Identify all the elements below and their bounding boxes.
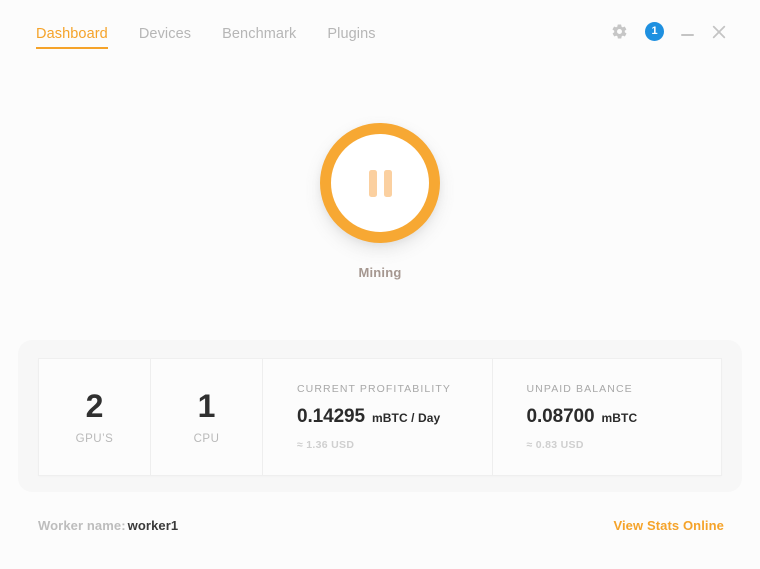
mining-toggle-button[interactable] — [320, 123, 440, 243]
profitability-unit: mBTC / Day — [371, 411, 441, 425]
app-footer: Worker name: worker1 View Stats Online — [38, 518, 724, 533]
balance-label: UNPAID BALANCE — [526, 383, 633, 395]
pause-icon — [368, 169, 392, 197]
tab-devices[interactable]: Devices — [139, 26, 209, 49]
current-profitability-cell: CURRENT PROFITABILITY 0.14295 mBTC / Day… — [263, 359, 493, 475]
mining-section: Mining — [0, 123, 760, 280]
balance-value: 0.08700 — [526, 406, 595, 427]
gear-icon[interactable] — [611, 23, 628, 40]
stats-card: 2 GPU’S 1 CPU CURRENT PROFITABILITY 0.14… — [38, 358, 722, 476]
main-navigation: Dashboard Devices Benchmark Plugins — [36, 26, 394, 49]
minimize-button[interactable] — [681, 33, 694, 36]
gpu-count-value: 2 — [85, 387, 104, 424]
cpu-count-value: 1 — [197, 387, 216, 424]
cpu-count-cell: 1 CPU — [151, 359, 263, 475]
tab-benchmark[interactable]: Benchmark — [222, 26, 314, 49]
balance-unit: mBTC — [601, 411, 638, 425]
notification-badge[interactable]: 1 — [645, 22, 664, 41]
balance-value-row: 0.08700 mBTC — [527, 406, 722, 428]
close-icon[interactable] — [711, 24, 727, 40]
app-header: Dashboard Devices Benchmark Plugins 1 — [0, 0, 760, 70]
tab-plugins[interactable]: Plugins — [327, 26, 393, 49]
profitability-label: CURRENT PROFITABILITY — [297, 383, 451, 395]
gpu-count-label: GPU’S — [75, 432, 114, 445]
view-stats-online-link[interactable]: View Stats Online — [613, 518, 724, 533]
worker-name-display: Worker name: worker1 — [38, 518, 178, 533]
profitability-value-row: 0.14295 mBTC / Day — [297, 406, 492, 428]
tab-dashboard[interactable]: Dashboard — [36, 26, 126, 49]
gpu-count-cell: 2 GPU’S — [39, 359, 151, 475]
unpaid-balance-cell: UNPAID BALANCE 0.08700 mBTC ≈ 0.83 USD — [493, 359, 722, 475]
worker-name-label: Worker name: — [38, 518, 126, 533]
worker-name-value: worker1 — [127, 518, 179, 533]
profitability-usd: ≈ 1.36 USD — [297, 439, 355, 451]
profitability-value: 0.14295 — [297, 406, 365, 427]
window-controls: 1 — [611, 22, 727, 41]
balance-usd: ≈ 0.83 USD — [526, 439, 584, 451]
cpu-count-label: CPU — [193, 432, 220, 445]
mining-status-label: Mining — [358, 265, 402, 280]
